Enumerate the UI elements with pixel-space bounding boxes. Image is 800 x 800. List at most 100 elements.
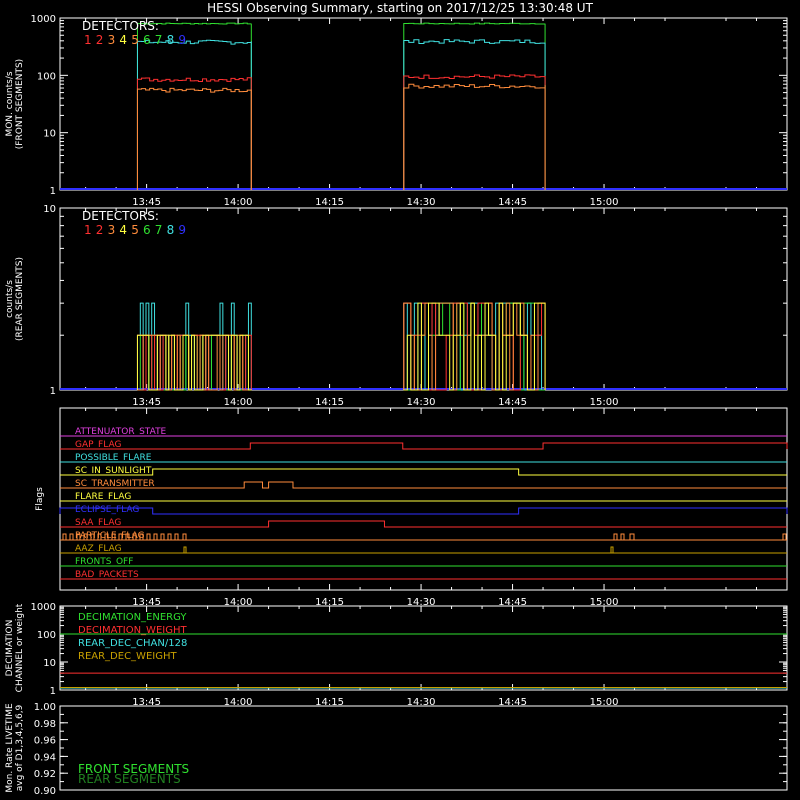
flags-y-label: Flags xyxy=(35,487,45,511)
front-time-tick-label: 13:45 xyxy=(132,197,161,208)
decim-y-tick-label: 1000 xyxy=(31,602,56,613)
aaz-flag-spike xyxy=(183,546,187,553)
front-legend-detector-4: 4 xyxy=(119,33,127,47)
front-series-6-7-window-0 xyxy=(136,22,252,190)
rear-legend-detector-7: 7 xyxy=(155,223,163,237)
front-series-1-2-window-0 xyxy=(136,77,252,190)
front-y-label: (FRONT SEGMENTS) xyxy=(15,59,25,149)
front-time-tick-label: 14:00 xyxy=(224,197,253,208)
flag-label-eclipse_flag: ECLIPSE_FLAG xyxy=(75,505,139,515)
rear-legend-detector-1: 1 xyxy=(84,223,92,237)
rear-legend-detector-4: 4 xyxy=(119,223,127,237)
flag-trace-saa_flag xyxy=(60,520,787,528)
decim-legend-rear_dec_weight: REAR_DEC_WEIGHT xyxy=(78,651,177,662)
decim-y-label: DECIMATION xyxy=(5,620,15,677)
flag-label-gap_flag: GAP_FLAG xyxy=(75,440,121,450)
livetime-y-tick-label: 0.94 xyxy=(34,752,56,763)
rear-time-tick-label: 15:00 xyxy=(590,397,619,408)
particle-flag-spike xyxy=(613,533,618,540)
decim-y-tick-label: 100 xyxy=(37,630,56,641)
rear-legend-detector-3: 3 xyxy=(108,223,116,237)
rear-time-tick-label: 14:00 xyxy=(224,397,253,408)
livetime-y-tick-label: 0.92 xyxy=(34,769,56,780)
particle-flag-spike xyxy=(620,533,625,540)
front-y-tick-label: 1 xyxy=(50,186,56,197)
particle-flag-spike xyxy=(629,533,635,540)
decim-y-tick-label: 1 xyxy=(50,686,56,697)
front-series-1-2-window-1 xyxy=(403,74,546,190)
flag-trace-sc_in_sunlight xyxy=(60,468,787,476)
flag-label-possible_flare: POSSIBLE_FLARE xyxy=(75,453,152,463)
front-legend-detector-5: 5 xyxy=(131,33,139,47)
front-segments-panel: 13:45 14:00 14:15 14:30 14:45 15:00 1 10 100 1000… xyxy=(5,14,788,208)
flag-label-particle_flag: PARTICLE_FLAG xyxy=(75,531,145,541)
flag-label-fronts_off: FRONTS_OFF xyxy=(75,557,133,567)
front-y-tick-label: 1000 xyxy=(31,14,56,25)
flag-label-flare_flag: FLARE_FLAG xyxy=(75,492,131,502)
flags-panel: 13:45 14:00 14:15 14:30 14:45 15:00FlagsATTEN… xyxy=(35,407,788,608)
front-legend-detector-7: 7 xyxy=(155,33,163,47)
particle-flag-spike xyxy=(782,533,787,540)
particle-flag-spike xyxy=(160,533,165,540)
front-series-3-5-window-0 xyxy=(136,87,252,190)
panels: 13:45 14:00 14:15 14:30 14:45 15:001101001000… xyxy=(5,14,788,797)
livetime-y-tick-label: 0.98 xyxy=(34,719,56,730)
livetime-y-tick-label: 0.90 xyxy=(34,786,56,797)
livetime-panel: 0.90 0.92 0.94 0.96 0.98 1.00 Mon. Rate LIVETI… xyxy=(5,702,788,797)
flag-label-sc_in_sunlight: SC_IN_SUNLIGHT xyxy=(75,466,152,476)
front-y-label: MON. counts/s xyxy=(5,71,15,136)
rear-legend-detector-2: 2 xyxy=(96,223,104,237)
rear-time-tick-label: 14:30 xyxy=(407,397,436,408)
front-time-tick-label: 14:15 xyxy=(315,197,344,208)
decim-legend-decimation_weight: DECIMATION_WEIGHT xyxy=(78,625,187,636)
rear-time-tick-label: 13:45 xyxy=(132,397,161,408)
particle-flag-spike xyxy=(146,533,151,540)
rear-legend-detector-9: 9 xyxy=(178,223,186,237)
rear-y-tick-label: 10 xyxy=(43,204,56,215)
livetime-y-tick-label: 1.00 xyxy=(34,702,56,713)
flag-label-sc_transmitter: SC_TRANSMITTER xyxy=(75,479,155,489)
decim-y-label: CHANNEL or weight xyxy=(15,603,25,692)
rear-legend-detector-6: 6 xyxy=(143,223,151,237)
livetime-y-label: avg of D1,3,4,5,6,9 xyxy=(15,704,25,791)
decimation-panel: 13:45 14:00 14:15 14:30 14:45 15:001101001000… xyxy=(5,602,788,708)
rear-legend-detector-8: 8 xyxy=(167,223,175,237)
flag-trace-gap_flag xyxy=(60,442,788,450)
particle-flag-spike xyxy=(182,533,187,540)
front-legend-detector-2: 2 xyxy=(96,33,104,47)
livetime-y-tick-label: 0.96 xyxy=(34,736,56,747)
front-series-6-7-window-1 xyxy=(403,22,546,190)
particle-flag-spike xyxy=(174,533,179,540)
decim-legend-rear_dec_chan-128: REAR_DEC_CHAN/128 xyxy=(78,638,187,649)
decim-legend-decimation_energy: DECIMATION_ENERGY xyxy=(78,612,187,623)
flags-frame xyxy=(59,407,788,591)
flag-label-saa_flag: SAA_FLAG xyxy=(75,518,121,528)
front-legend-detector-1: 1 xyxy=(84,33,92,47)
front-legend-detector-3: 3 xyxy=(108,33,116,47)
flag-trace-sc_transmitter xyxy=(60,481,787,489)
aaz-flag-spike xyxy=(610,546,614,553)
rear-segments-panel: 13:45 14:00 14:15 14:30 14:45 15:00 1 10 counts/… xyxy=(5,204,788,408)
chart-title: HESSI Observing Summary, starting on 201… xyxy=(207,1,593,15)
front-time-tick-label: 14:45 xyxy=(498,197,527,208)
front-legend-detector-8: 8 xyxy=(167,33,175,47)
front-legend-detector-9: 9 xyxy=(178,33,186,47)
rear-y-tick-label: 1 xyxy=(50,386,56,397)
flag-label-aaz_flag: AAZ_FLAG xyxy=(75,544,122,554)
front-legend-title: DETECTORS: xyxy=(82,19,159,33)
particle-flag-spike xyxy=(167,533,172,540)
rear-legend-detector-5: 5 xyxy=(131,223,139,237)
flag-label-bad_packets: BAD_PACKETS xyxy=(75,570,139,580)
front-y-tick-label: 10 xyxy=(43,129,56,140)
rear-time-tick-label: 14:45 xyxy=(498,397,527,408)
flag-trace-eclipse_flag xyxy=(59,507,788,515)
rear-y-label: counts/s xyxy=(5,280,15,318)
front-series-3-5-window-1 xyxy=(403,83,546,190)
front-y-tick-label: 100 xyxy=(37,71,56,82)
particle-flag-spike xyxy=(153,533,158,540)
front-time-tick-label: 15:00 xyxy=(590,197,619,208)
rear-y-label: (REAR SEGMENTS) xyxy=(15,257,25,341)
rear-time-tick-label: 14:15 xyxy=(315,397,344,408)
decim-y-tick-label: 10 xyxy=(43,658,56,669)
front-time-tick-label: 14:30 xyxy=(407,197,436,208)
